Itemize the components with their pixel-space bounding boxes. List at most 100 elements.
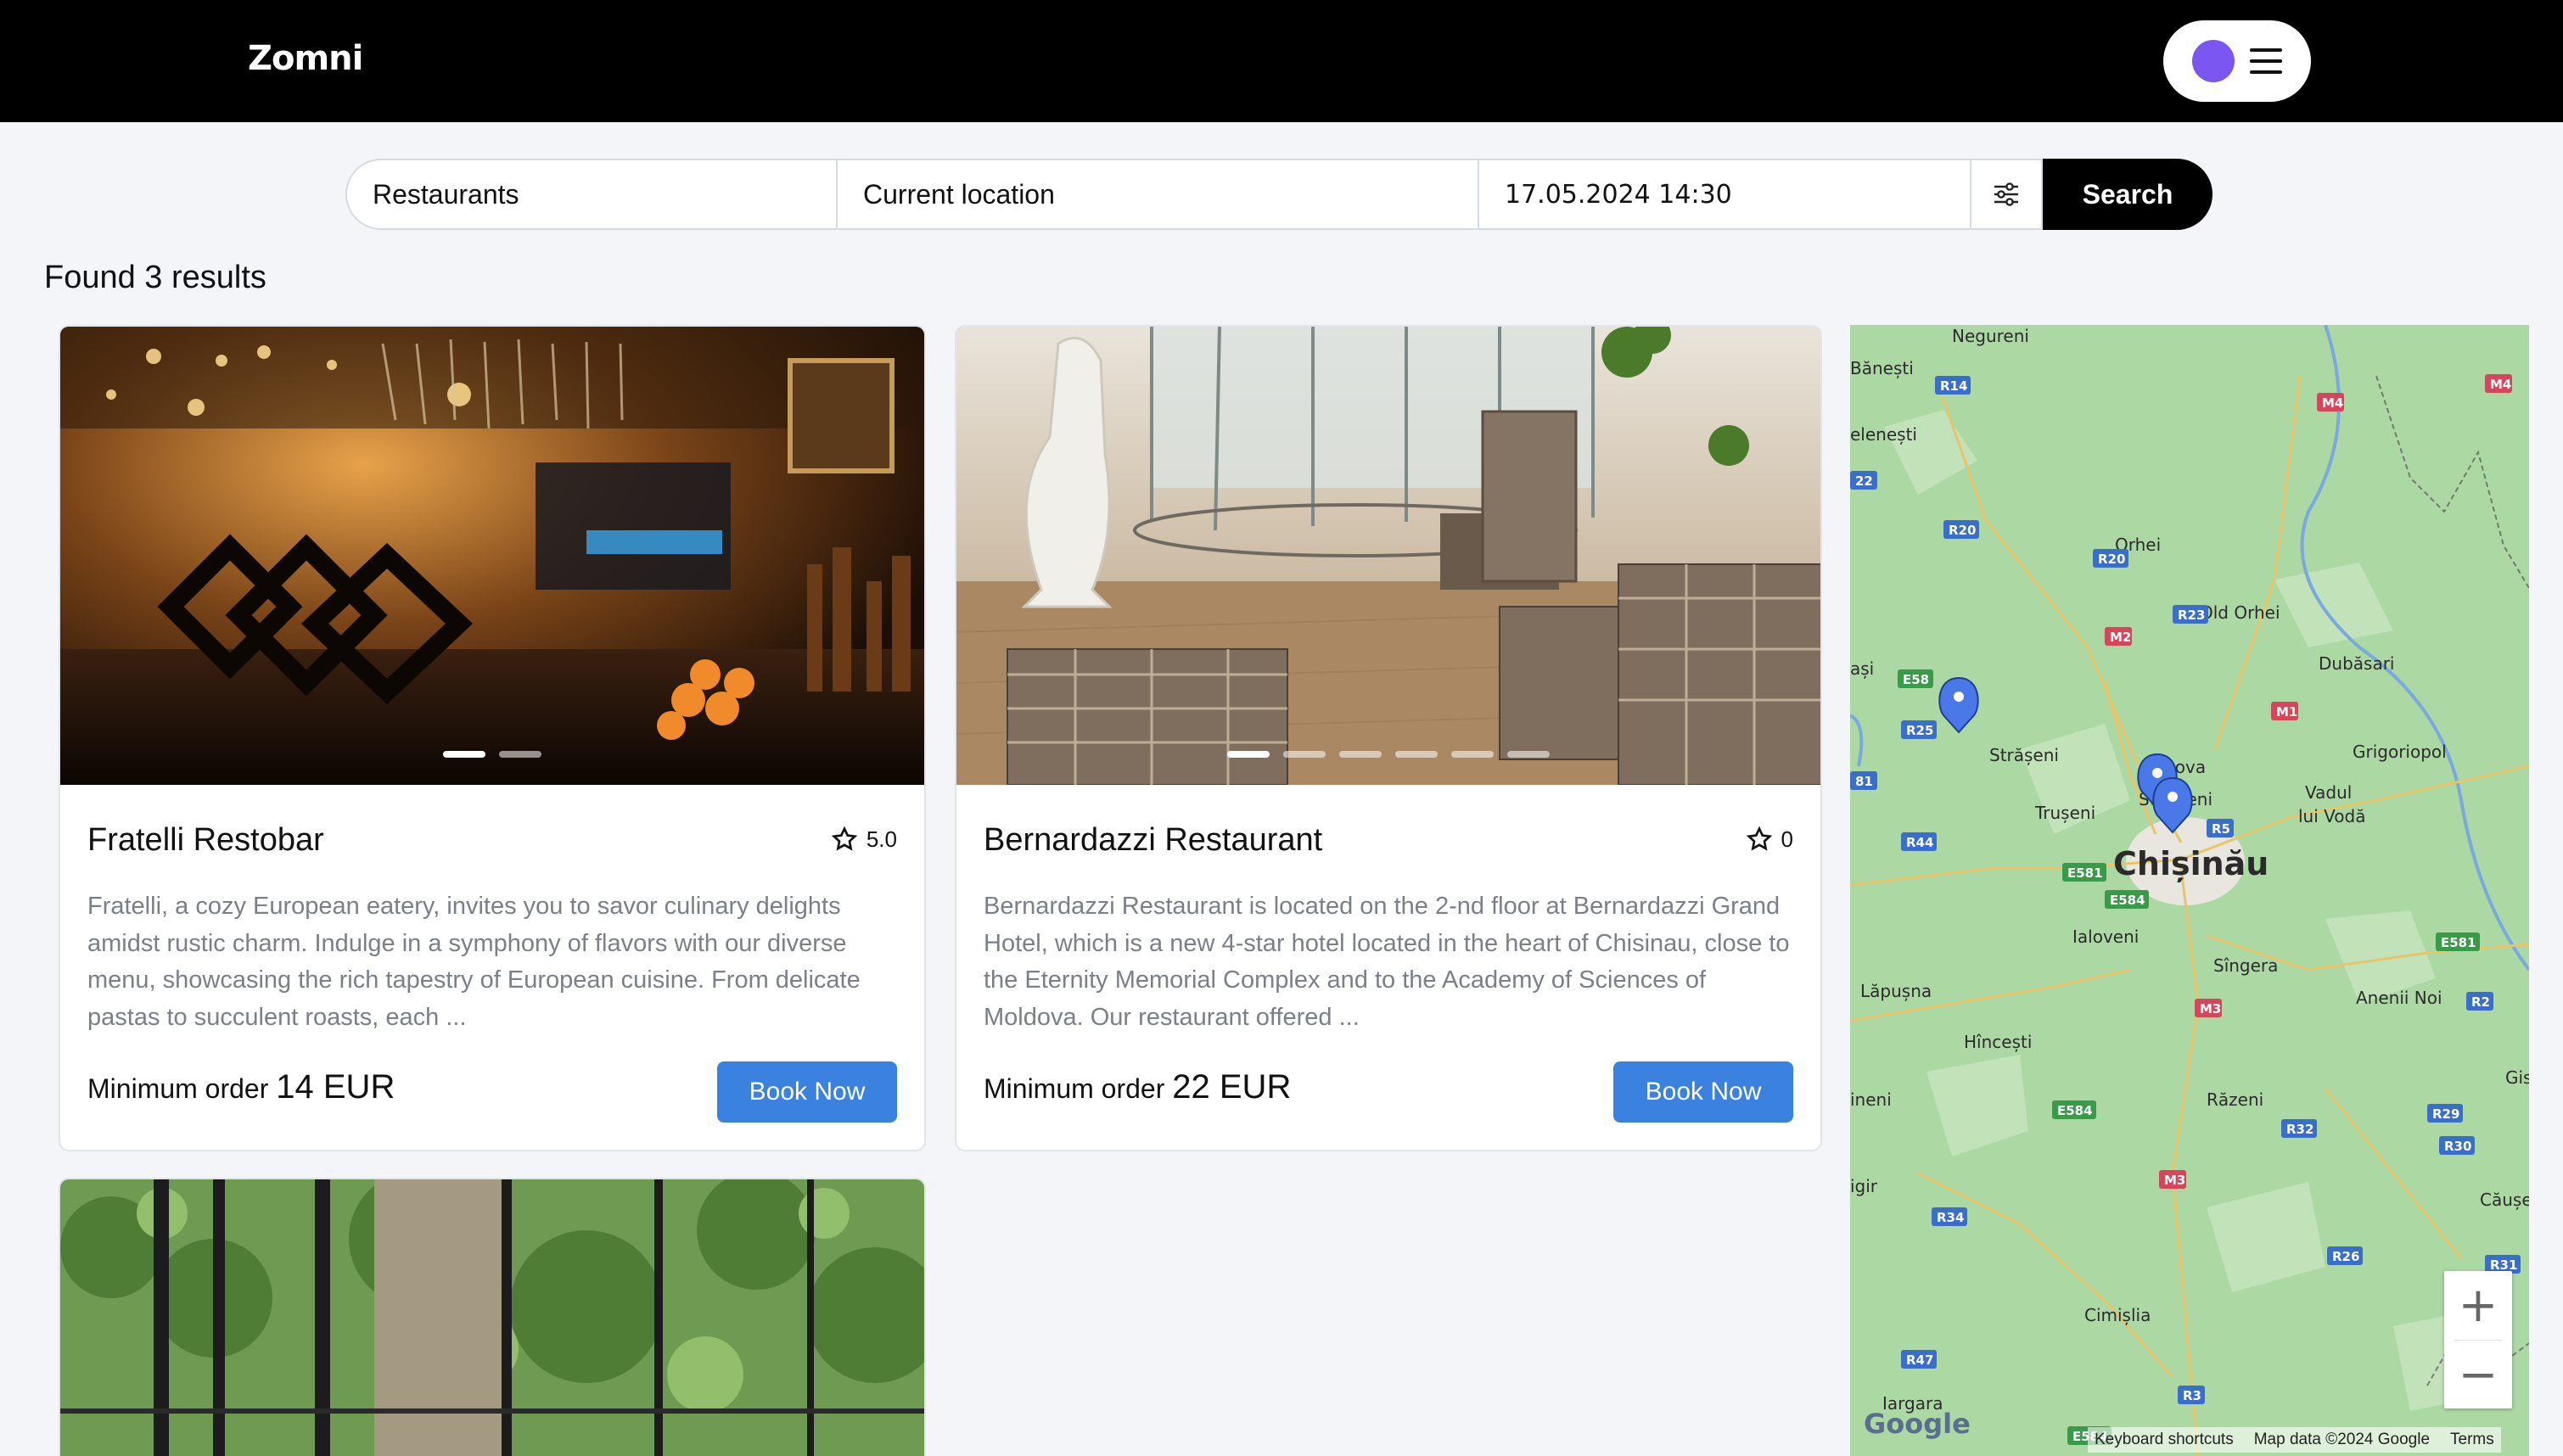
road-shield-label: M1 xyxy=(2276,704,2297,720)
map-place-label: lui Vodă xyxy=(2298,806,2365,826)
category-input[interactable] xyxy=(373,178,836,210)
results-count: Found 3 results xyxy=(44,260,266,295)
road-shield-label: E584 xyxy=(2110,893,2145,908)
road-shield-label: R34 xyxy=(1937,1210,1964,1225)
road-shield-label: R20 xyxy=(2098,552,2125,567)
google-logo-text: Google xyxy=(1864,1408,1971,1440)
road-shield-label: R2 xyxy=(2471,994,2490,1010)
rating-value: 5.0 xyxy=(866,826,897,852)
restaurant-photo-carousel[interactable] xyxy=(956,327,1820,785)
map-attribution: Keyboard shortcuts Map data ©2024 Google… xyxy=(2088,1427,2501,1453)
card-body: Bernardazzi Restaurant 0 Bernardazzi Res… xyxy=(956,785,1820,1150)
road-shield-label: R25 xyxy=(1906,723,1933,738)
map-place-label: Bănești xyxy=(1850,358,1914,378)
road-shield-label: R3 xyxy=(2183,1388,2201,1403)
filter-button[interactable] xyxy=(1971,159,2043,230)
user-menu-button[interactable] xyxy=(2163,20,2311,102)
map-place-label: Vadul xyxy=(2305,782,2352,803)
carousel-dots xyxy=(60,751,924,758)
map-place-label: Cimișlia xyxy=(2084,1305,2151,1325)
carousel-dot[interactable] xyxy=(1283,751,1326,758)
map-place-label: Răzeni xyxy=(2207,1089,2263,1110)
road-shield-label: E58 xyxy=(1903,672,1929,687)
restaurant-photo-carousel[interactable] xyxy=(60,1179,924,1456)
carousel-dot[interactable] xyxy=(1227,751,1270,758)
road-shield-label: 81 xyxy=(1855,774,1873,789)
restaurant-card[interactable]: Bernardazzi Restaurant 0 Bernardazzi Res… xyxy=(955,325,1822,1151)
carousel-dot[interactable] xyxy=(1339,751,1382,758)
datetime-field[interactable]: 17.05.2024 14:30 xyxy=(1479,159,1971,230)
rating-value: 0 xyxy=(1781,826,1793,852)
road-shield-label: E584 xyxy=(2057,1103,2093,1118)
carousel-dots xyxy=(956,751,1820,758)
book-now-button[interactable]: Book Now xyxy=(1613,1061,1793,1123)
map-place-label: Anenii Noi xyxy=(2356,988,2442,1008)
map-place-label: Lăpușna xyxy=(1860,981,1932,1001)
map-place-label: Hîncești xyxy=(1964,1032,2032,1052)
sliders-icon xyxy=(1994,182,2018,206)
restaurant-card[interactable]: Fratelli Restobar 5.0 Fratelli, a cozy E… xyxy=(59,325,926,1151)
road-shield-label: 22 xyxy=(1855,473,1873,489)
datetime-value: 17.05.2024 14:30 xyxy=(1505,179,1732,210)
star-icon xyxy=(1746,826,1772,851)
carousel-dot[interactable] xyxy=(499,751,541,758)
map-data-attribution: Map data ©2024 Google xyxy=(2253,1431,2431,1448)
road-shield-label: E581 xyxy=(2441,935,2476,950)
book-now-button[interactable]: Book Now xyxy=(717,1061,897,1123)
map-place-label: elenești xyxy=(1850,424,1917,445)
restaurant-description: Bernardazzi Restaurant is located on the… xyxy=(984,893,1790,1031)
map-place-label: igir xyxy=(1850,1176,1878,1196)
restaurant-card[interactable] xyxy=(59,1178,926,1456)
google-logo: Google xyxy=(1864,1408,1971,1440)
card-body: Fratelli Restobar 5.0 Fratelli, a cozy E… xyxy=(60,785,924,1150)
map-place-label: Gis xyxy=(2505,1067,2529,1088)
map-place-label: ineni xyxy=(1850,1089,1892,1110)
map-place-label: Căușe xyxy=(2480,1190,2529,1210)
map-place-label: Trușeni xyxy=(2034,803,2095,823)
minimum-order: Minimum order 22 EUR xyxy=(984,1068,1291,1106)
road-shield-label: M3 xyxy=(2164,1173,2185,1188)
carousel-dot[interactable] xyxy=(1451,751,1494,758)
map-place-label: ași xyxy=(1850,658,1874,679)
road-shield-label: R32 xyxy=(2286,1122,2313,1137)
rating: 5.0 xyxy=(831,826,897,853)
carousel-dot[interactable] xyxy=(1507,751,1550,758)
map-place-label: Negureni xyxy=(1952,326,2029,346)
search-button[interactable]: Search xyxy=(2043,159,2212,230)
road-shield-label: R29 xyxy=(2432,1106,2459,1122)
location-field[interactable] xyxy=(838,159,1479,230)
hamburger-menu-icon xyxy=(2250,48,2282,74)
keyboard-shortcuts-link[interactable]: Keyboard shortcuts xyxy=(2095,1431,2234,1449)
carousel-dot[interactable] xyxy=(1395,751,1438,758)
map-place-label: Chișinău xyxy=(2113,845,2269,882)
map-place-label: Strășeni xyxy=(1989,745,2059,765)
road-shield-label: R26 xyxy=(2332,1249,2359,1264)
min-order-amount: 14 EUR xyxy=(276,1068,395,1106)
map-place-label: Old Orhei xyxy=(2200,602,2280,623)
restaurant-photo-carousel[interactable] xyxy=(60,327,924,785)
restaurant-description: Fratelli, a cozy European eatery, invite… xyxy=(87,893,861,1031)
zoom-out-button[interactable]: − xyxy=(2444,1341,2512,1409)
road-shield-label: E581 xyxy=(2067,865,2103,881)
road-shield-label: R44 xyxy=(1906,835,1933,850)
restaurant-photo xyxy=(60,1179,924,1456)
map-zoom-controls: + − xyxy=(2444,1271,2512,1408)
map-place-label: Ialoveni xyxy=(2072,927,2139,947)
category-field[interactable] xyxy=(345,159,838,230)
results-map[interactable]: Negureni Bănești elenești Orhei Old Orhei Dub… xyxy=(1850,325,2529,1456)
restaurant-name[interactable]: Fratelli Restobar xyxy=(87,822,324,859)
map-place-label: Dubăsari xyxy=(2319,653,2394,674)
minimum-order: Minimum order 14 EUR xyxy=(87,1068,395,1106)
location-input[interactable] xyxy=(863,178,1478,210)
top-navigation-bar: Zomni xyxy=(0,0,2563,122)
terms-link[interactable]: Terms xyxy=(2450,1431,2494,1449)
road-shield-label: M2 xyxy=(2110,630,2131,645)
road-shield-label: R23 xyxy=(2178,608,2205,623)
zoom-in-button[interactable]: + xyxy=(2444,1271,2512,1340)
map-canvas[interactable]: NegureniBăneștieleneștiOrheiOld OrheiDub… xyxy=(1850,325,2529,1456)
search-bar: 17.05.2024 14:30 Search xyxy=(345,159,2212,230)
restaurant-name[interactable]: Bernardazzi Restaurant xyxy=(984,822,1322,859)
carousel-dot[interactable] xyxy=(443,751,485,758)
min-order-label: Minimum order xyxy=(87,1073,269,1104)
app-logo[interactable]: Zomni xyxy=(248,39,363,78)
